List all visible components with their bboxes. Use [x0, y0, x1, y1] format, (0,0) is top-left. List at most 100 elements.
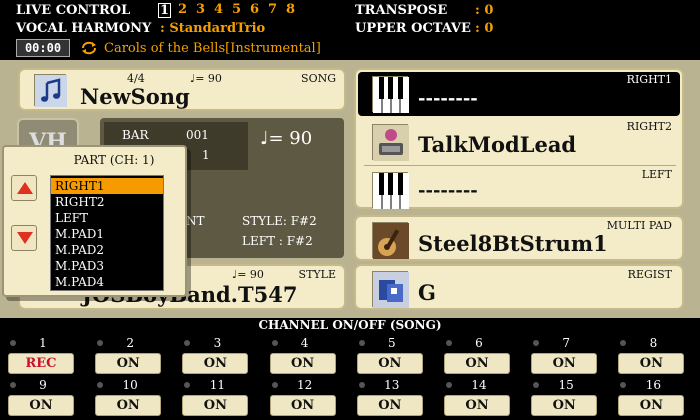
channel-15-toggle-button[interactable]: ON [531, 395, 598, 416]
multi-pad-panel[interactable]: MULTI PAD Steel8BtStrum1 [354, 215, 684, 261]
upper-octave-label: UPPER OCTAVE [355, 21, 471, 36]
triangle-up-icon [17, 182, 33, 194]
piano-keys-icon [372, 76, 409, 113]
channel-number: 9 [39, 378, 47, 392]
channel-number: 12 [296, 378, 313, 392]
channel-number: 10 [122, 378, 138, 392]
channel-6: 6 ON [444, 336, 514, 374]
left-tag: LEFT [641, 168, 672, 181]
triangle-down-icon [17, 232, 33, 244]
channel-7-toggle-button[interactable]: ON [531, 353, 598, 374]
channel-led-icon [97, 340, 104, 346]
channel-led-icon [10, 382, 16, 388]
registration-panel[interactable]: REGIST G [354, 264, 684, 310]
vocal-harmony-value: : StandardTrio [160, 21, 266, 36]
part-item-mpad3[interactable]: M.PAD3 [51, 258, 163, 274]
song-panel[interactable]: 4/4 ♩= 90 SONG NewSong [18, 68, 346, 111]
live-control-8[interactable]: 8 [284, 3, 297, 18]
transpose-label: TRANSPOSE [355, 3, 448, 18]
voice-parts-panel: RIGHT1 -------- RIGHT2 TalkModLead LEFT [354, 68, 684, 209]
channel-number: 4 [300, 336, 309, 350]
status-header: LIVE CONTROL 1 2 3 4 5 6 7 8 VOCAL HARMO… [0, 0, 700, 60]
style-chord: STYLE: F#2 [242, 214, 317, 228]
channel-16-toggle-button[interactable]: ON [618, 395, 685, 416]
right1-voice-name: -------- [418, 88, 478, 109]
multi-pad-tag: MULTI PAD [606, 219, 672, 232]
part-item-right2[interactable]: RIGHT2 [51, 194, 163, 210]
channel-number: 15 [558, 378, 574, 392]
scroll-up-button[interactable] [11, 175, 37, 201]
channel-led-icon [184, 382, 191, 388]
synth-lead-icon [372, 124, 409, 161]
multi-pad-name: Steel8BtStrum1 [418, 231, 608, 256]
right1-part[interactable]: RIGHT1 -------- [358, 72, 680, 116]
style-tag: STYLE [298, 268, 336, 281]
channel-led-icon [446, 340, 452, 346]
live-control-7[interactable]: 7 [266, 3, 279, 18]
channel-led-icon [533, 340, 540, 346]
guitar-icon [372, 222, 409, 259]
regist-tag: REGIST [627, 268, 672, 281]
upper-octave-value: : 0 [475, 21, 494, 36]
channel-led-icon [358, 382, 365, 388]
channel-1-toggle-button[interactable]: REC [8, 353, 74, 374]
scroll-down-button[interactable] [11, 225, 37, 251]
live-control-2[interactable]: 2 [176, 3, 189, 18]
channel-number: 3 [213, 336, 222, 350]
channel-number: 8 [649, 336, 658, 350]
part-item-mpad1[interactable]: M.PAD1 [51, 226, 163, 242]
beat-value: 1 [202, 148, 210, 162]
part-select-popup: PART (CH: 1) RIGHT1 RIGHT2 LEFT M.PAD1 M… [2, 145, 187, 297]
channel-5-toggle-button[interactable]: ON [356, 353, 423, 374]
channel-led-icon [620, 340, 627, 346]
channel-9: 9 ON [8, 378, 78, 416]
channel-number: 16 [645, 378, 662, 392]
channel-2-toggle-button[interactable]: ON [95, 353, 162, 374]
part-item-left[interactable]: LEFT [51, 210, 163, 226]
channel-number: 11 [209, 378, 226, 392]
channel-10-toggle-button[interactable]: ON [95, 395, 162, 416]
channel-8: 8 ON [618, 336, 688, 374]
current-song-title: Carols of the Bells[Instrumental] [104, 41, 321, 56]
channel-number: 6 [475, 336, 483, 350]
channel-12-toggle-button[interactable]: ON [269, 395, 336, 416]
channel-number: 14 [471, 378, 487, 392]
part-item-mpad4[interactable]: M.PAD4 [51, 274, 163, 290]
channel-15: 15 ON [531, 378, 601, 416]
channel-10: 10 ON [95, 378, 165, 416]
channel-8-toggle-button[interactable]: ON [618, 353, 685, 374]
channel-1: 1 REC [8, 336, 78, 374]
channel-led-icon [446, 382, 452, 388]
part-item-right1[interactable]: RIGHT1 [51, 178, 163, 194]
channel-number: 13 [384, 378, 400, 392]
channel-led-icon [97, 382, 104, 388]
style-tempo: ♩= 90 [232, 268, 264, 281]
channel-13: 13 ON [356, 378, 427, 416]
bar-label: BAR [122, 128, 149, 142]
left-chord: LEFT : F#2 [242, 234, 313, 248]
channel-4: 4 ON [269, 336, 340, 374]
channel-14-toggle-button[interactable]: ON [444, 395, 510, 416]
channel-13-toggle-button[interactable]: ON [356, 395, 423, 416]
live-control-5[interactable]: 5 [230, 3, 243, 18]
channel-3: 3 ON [182, 336, 252, 374]
channel-2: 2 ON [95, 336, 165, 374]
loop-arrows-icon[interactable] [80, 40, 98, 56]
channel-led-icon [271, 382, 278, 388]
channel-led-icon [358, 340, 365, 346]
live-control-3[interactable]: 3 [194, 3, 207, 18]
channel-strip: CHANNEL ON/OFF (SONG) 1 REC 2 ON 3 ON 4 ON 5 ON 6 O… [0, 318, 700, 420]
popup-title: PART (CH: 1) [73, 153, 155, 167]
song-tag: SONG [301, 72, 336, 85]
channel-6-toggle-button[interactable]: ON [444, 353, 510, 374]
channel-5: 5 ON [356, 336, 427, 374]
vocal-harmony-label: VOCAL HARMONY [16, 21, 152, 36]
live-control-6[interactable]: 6 [248, 3, 261, 18]
live-control-1[interactable]: 1 [158, 3, 171, 18]
live-control-4[interactable]: 4 [212, 3, 225, 18]
channel-4-toggle-button[interactable]: ON [269, 353, 336, 374]
channel-3-toggle-button[interactable]: ON [182, 353, 249, 374]
channel-9-toggle-button[interactable]: ON [8, 395, 74, 416]
channel-11-toggle-button[interactable]: ON [182, 395, 249, 416]
part-item-mpad2[interactable]: M.PAD2 [51, 242, 163, 258]
